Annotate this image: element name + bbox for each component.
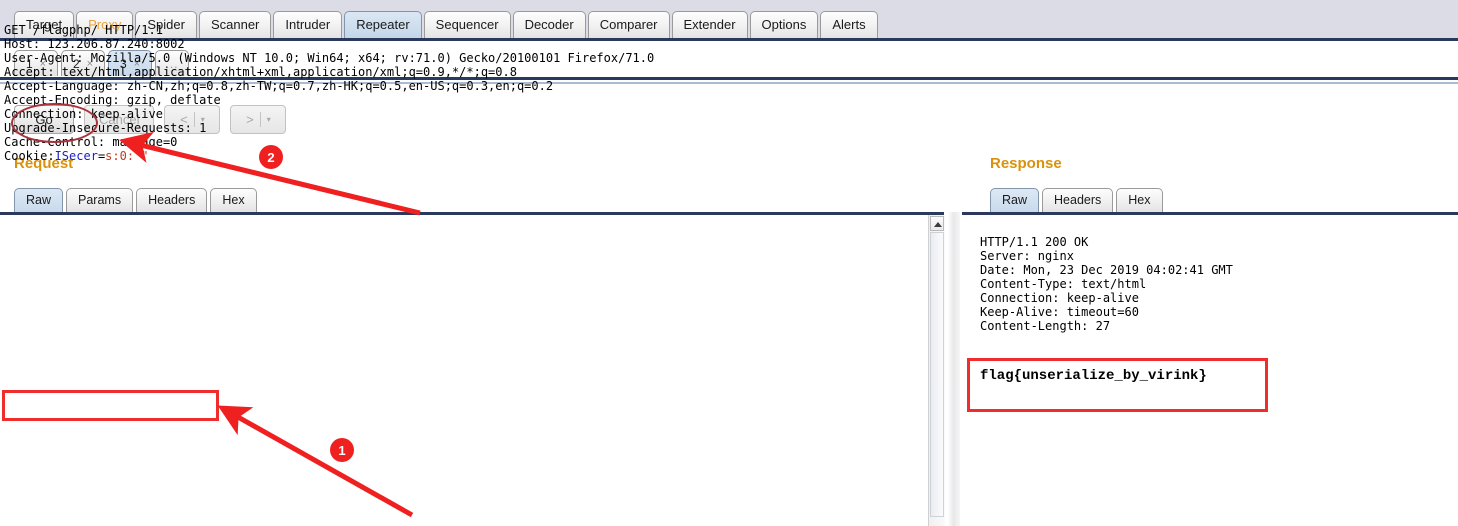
tab-alerts[interactable]: Alerts bbox=[820, 11, 878, 38]
response-tab-headers[interactable]: Headers bbox=[1042, 188, 1114, 213]
request-tab-hex[interactable]: Hex bbox=[210, 188, 257, 213]
panel-top-border bbox=[0, 212, 944, 215]
response-tab-hex[interactable]: Hex bbox=[1116, 188, 1163, 213]
request-raw-text[interactable]: GET /flagphp/ HTTP/1.1 Host: 123.206.87.… bbox=[4, 23, 654, 163]
request-tab-params[interactable]: Params bbox=[66, 188, 134, 213]
scrollbar-thumb[interactable] bbox=[930, 232, 944, 517]
request-editor-panel[interactable] bbox=[0, 212, 944, 526]
cookie-param-value: s:0:"" bbox=[105, 149, 149, 163]
scroll-up-arrow-icon[interactable] bbox=[930, 216, 944, 231]
tab-extender[interactable]: Extender bbox=[671, 11, 748, 38]
annotation-badge-2: 2 bbox=[259, 145, 283, 169]
response-section-title: Response bbox=[990, 155, 1062, 172]
request-tab-headers[interactable]: Headers bbox=[136, 188, 208, 213]
request-tab-raw[interactable]: Raw bbox=[14, 188, 64, 213]
cookie-header-name: Cookie: bbox=[4, 149, 55, 163]
request-cookie-line: Cookie:ISecer=s:0:"" bbox=[4, 149, 149, 163]
request-header-lines: GET /flagphp/ HTTP/1.1 Host: 123.206.87.… bbox=[4, 23, 655, 149]
panel-top-border bbox=[962, 212, 1458, 215]
tab-options[interactable]: Options bbox=[749, 11, 819, 38]
request-vertical-scrollbar[interactable] bbox=[928, 215, 945, 526]
cookie-param-name: ISecer bbox=[54, 149, 98, 163]
response-view-tabs: Raw Headers Hex bbox=[990, 188, 1166, 213]
request-view-tabs: Raw Params Headers Hex bbox=[14, 188, 260, 213]
annotation-badge-1: 1 bbox=[330, 438, 354, 462]
response-tab-raw[interactable]: Raw bbox=[990, 188, 1040, 213]
response-raw-headers: HTTP/1.1 200 OK Server: nginx Date: Mon,… bbox=[980, 235, 1233, 333]
panel-splitter[interactable] bbox=[948, 212, 960, 526]
response-flag-text: flag{unserialize_by_virink} bbox=[980, 368, 1207, 384]
